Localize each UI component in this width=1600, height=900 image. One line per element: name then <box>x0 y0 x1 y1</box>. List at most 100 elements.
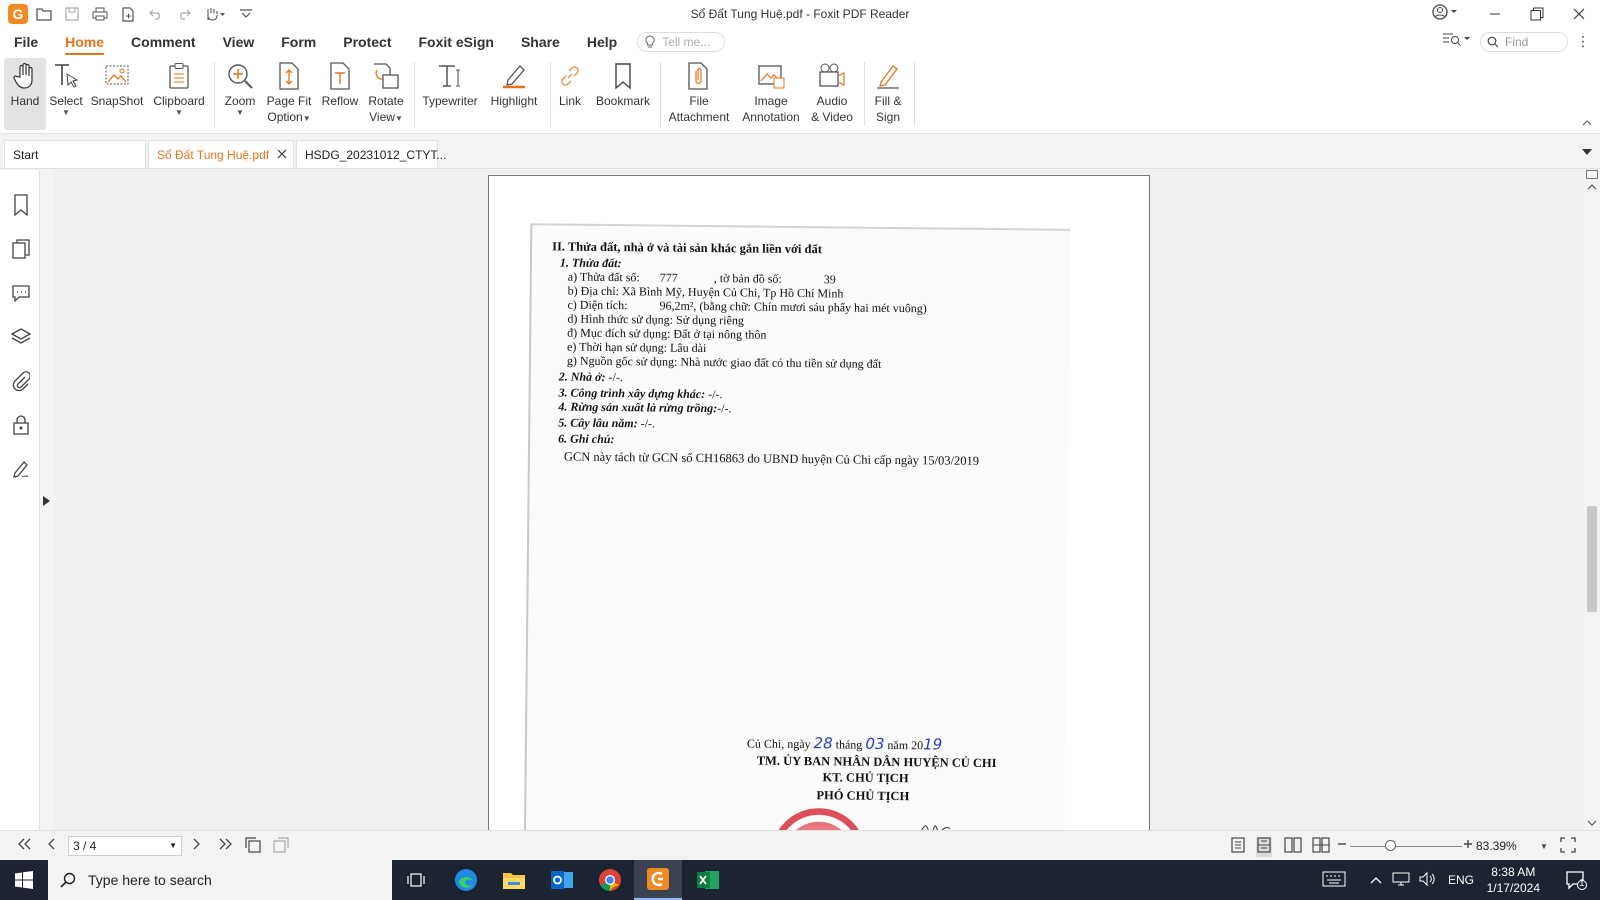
redo-icon[interactable] <box>172 3 196 25</box>
print-icon[interactable] <box>88 3 112 25</box>
zoom-dropdown-icon[interactable]: ▼ <box>236 109 244 117</box>
tab-hsdg[interactable]: HSDG_20231012_CTYT... <box>296 140 446 168</box>
last-page-icon[interactable] <box>218 837 234 855</box>
zoom-level-value[interactable]: 83.39% <box>1476 839 1517 853</box>
layers-panel-icon[interactable] <box>10 326 32 348</box>
select-dropdown-icon[interactable]: ▼ <box>62 109 70 117</box>
close-window-icon[interactable] <box>1558 0 1600 28</box>
show-hidden-icons-icon[interactable] <box>1370 873 1382 887</box>
file-attachment-button[interactable]: File Attachment <box>664 58 734 130</box>
input-language[interactable]: ENG <box>1448 873 1474 887</box>
tab-help[interactable]: Help <box>587 34 617 50</box>
new-document-icon[interactable] <box>116 3 140 25</box>
edge-browser-icon[interactable] <box>442 860 490 900</box>
image-annotation-button[interactable]: Image Annotation <box>738 58 804 130</box>
open-file-icon[interactable] <box>32 3 56 25</box>
volume-icon[interactable] <box>1418 871 1436 890</box>
typewriter-button[interactable]: Typewriter <box>418 58 482 130</box>
account-icon[interactable] <box>1432 4 1460 24</box>
previous-view-icon[interactable] <box>244 837 262 857</box>
excel-icon[interactable] <box>684 860 732 900</box>
link-button[interactable]: Link <box>554 58 586 130</box>
file-attachment-label-1: File <box>689 94 709 108</box>
zoom-slider-track[interactable] <box>1350 846 1462 847</box>
scrollbar-thumb[interactable] <box>1587 506 1597 612</box>
hand-tool-button[interactable]: Hand <box>4 58 46 130</box>
continuous-view-icon[interactable] <box>1256 837 1272 857</box>
first-page-icon[interactable] <box>16 837 32 855</box>
page-number-input[interactable]: 3 / 4 ▼ <box>68 836 182 856</box>
foxit-taskbar-icon[interactable] <box>634 860 682 900</box>
zoom-button[interactable]: Zoom ▼ <box>218 58 262 130</box>
chrome-icon[interactable] <box>586 860 634 900</box>
scroll-down-icon[interactable] <box>1587 818 1597 828</box>
pages-panel-icon[interactable] <box>10 238 32 260</box>
attachments-panel-icon[interactable] <box>10 370 32 392</box>
tab-protect[interactable]: Protect <box>343 34 391 50</box>
bookmarks-panel-icon[interactable] <box>10 194 32 216</box>
signature-panel-icon[interactable] <box>10 458 32 480</box>
security-panel-icon[interactable] <box>10 414 32 436</box>
notification-center-icon[interactable]: 1 <box>1552 860 1600 900</box>
tab-file[interactable]: File <box>14 34 38 50</box>
tab-share[interactable]: Share <box>521 34 560 50</box>
tab-so-dat-tung-hue[interactable]: Sổ Đất Tung Huệ.pdf <box>148 140 294 168</box>
save-icon[interactable] <box>60 3 84 25</box>
next-page-icon[interactable] <box>192 837 202 855</box>
highlight-button[interactable]: Highlight <box>484 58 544 130</box>
clipboard-dropdown-icon[interactable]: ▼ <box>175 109 183 117</box>
next-view-icon[interactable] <box>272 837 290 857</box>
zoom-out-icon[interactable] <box>1336 837 1348 855</box>
page-dropdown-icon[interactable]: ▼ <box>169 837 177 855</box>
windows-start-icon[interactable] <box>0 860 48 900</box>
minimize-icon[interactable] <box>1474 0 1516 28</box>
file-explorer-icon[interactable] <box>490 860 538 900</box>
vertical-scrollbar[interactable] <box>1584 170 1600 830</box>
customize-toolbar-icon[interactable] <box>234 3 258 25</box>
split-view-handle[interactable] <box>1586 170 1598 179</box>
tab-form[interactable]: Form <box>281 34 316 50</box>
restore-icon[interactable] <box>1516 0 1558 28</box>
tell-me-input[interactable]: Tell me... <box>637 32 726 52</box>
single-page-view-icon[interactable] <box>1230 837 1246 857</box>
expand-panel-icon[interactable] <box>43 496 50 509</box>
find-input[interactable]: Find <box>1480 31 1568 52</box>
collapse-ribbon-icon[interactable] <box>1582 118 1592 129</box>
audio-video-button[interactable]: Audio & Video <box>806 58 858 130</box>
scroll-up-icon[interactable] <box>1587 182 1597 192</box>
outlook-icon[interactable] <box>538 860 586 900</box>
tab-start[interactable]: Start <box>4 140 146 168</box>
zoom-in-icon[interactable] <box>1462 837 1474 855</box>
tab-comment[interactable]: Comment <box>131 34 196 50</box>
continuous-facing-view-icon[interactable] <box>1312 837 1330 857</box>
facing-view-icon[interactable] <box>1284 837 1302 857</box>
tab-home[interactable]: Home <box>65 34 104 55</box>
taskbar-clock[interactable]: 8:38 AM 1/17/2024 <box>1487 864 1540 896</box>
fill-sign-button[interactable]: Fill & Sign <box>868 58 908 130</box>
taskbar-search-box[interactable]: Type here to search <box>48 860 392 900</box>
undo-icon[interactable] <box>144 3 168 25</box>
bookmark-button[interactable]: Bookmark <box>592 58 654 130</box>
tab-view[interactable]: View <box>223 34 255 50</box>
zoom-dropdown-icon[interactable]: ▼ <box>1540 842 1548 851</box>
close-tab-icon[interactable] <box>277 147 287 162</box>
reflow-button[interactable]: Reflow <box>318 58 362 130</box>
hand-tool-dropdown-icon[interactable] <box>200 3 230 25</box>
clipboard-button[interactable]: Clipboard ▼ <box>150 58 208 130</box>
page-fit-option-button[interactable]: Page Fit Option▼ <box>264 58 314 130</box>
comments-panel-icon[interactable] <box>10 282 32 304</box>
tab-list-dropdown-icon[interactable] <box>1582 147 1592 158</box>
full-screen-icon[interactable] <box>1560 837 1576 857</box>
search-options-icon[interactable] <box>1442 31 1472 52</box>
select-tool-button[interactable]: Select ▼ <box>48 58 84 130</box>
keyboard-icon[interactable] <box>1322 871 1346 890</box>
more-options-icon[interactable]: ⋮ <box>1576 33 1590 50</box>
document-viewer[interactable]: II. Thửa đất, nhà ở và tài sản khác gắn … <box>54 170 1584 830</box>
tab-foxit-esign[interactable]: Foxit eSign <box>418 34 493 50</box>
previous-page-icon[interactable] <box>46 837 56 855</box>
network-icon[interactable] <box>1392 871 1410 890</box>
rotate-view-button[interactable]: Rotate View▼ <box>364 58 408 130</box>
zoom-slider-knob[interactable] <box>1384 840 1396 851</box>
snapshot-button[interactable]: SnapShot <box>88 58 146 130</box>
task-view-icon[interactable] <box>392 860 440 900</box>
